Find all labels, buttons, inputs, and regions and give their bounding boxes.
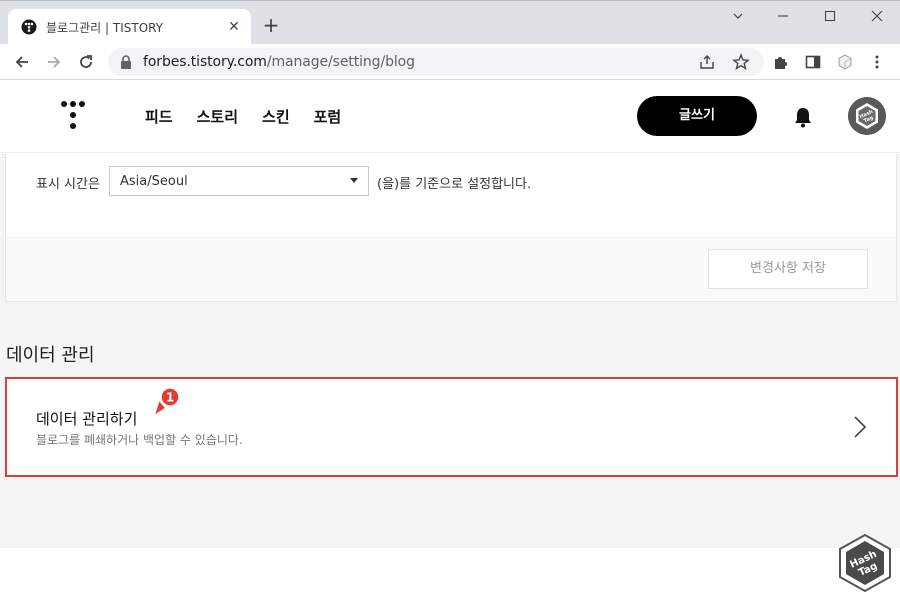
tab-search-icon[interactable] [723,7,753,27]
page-bottom [0,548,900,600]
share-icon[interactable] [698,53,716,71]
data-management-heading: 데이터 관리 [6,345,95,366]
extensions-puzzle-icon[interactable] [772,53,790,71]
url-text: forbes.tistory.com/manage/setting/blog [143,54,415,70]
nav-skin[interactable]: 스킨 [262,106,290,127]
timezone-label: 표시 시간은 [36,177,100,192]
browser-toolbar: forbes.tistory.com/manage/setting/blog [0,44,900,80]
side-panel-icon[interactable] [804,53,822,71]
timezone-suffix: (을)를 기준으로 설정합니다. [377,177,532,192]
data-management-link[interactable]: 데이터 관리하기 블로그를 폐쇄하거나 백업할 수 있습니다. [5,377,898,477]
save-changes-button[interactable]: 변경사항 저장 [708,249,868,289]
back-icon[interactable] [10,50,34,74]
address-bar[interactable]: forbes.tistory.com/manage/setting/blog [108,48,764,76]
nav-feed[interactable]: 피드 [145,106,173,127]
step-callout-marker: 1 [153,387,180,417]
profile-icon[interactable] [836,53,854,71]
url-host: forbes.tistory.com [143,54,267,70]
save-bar: 변경사항 저장 [5,237,897,302]
nav-forum[interactable]: 포럼 [314,106,342,127]
site-header: 피드 스토리 스킨 포럼 글쓰기 Hash Tag [0,81,900,153]
window-close-icon[interactable] [862,7,892,27]
hashtag-watermark-logo: Hash Tag [839,533,891,593]
reload-icon[interactable] [74,50,98,74]
main-nav: 피드 스토리 스킨 포럼 [145,106,365,127]
tistory-logo-icon[interactable] [60,100,86,130]
lock-icon [121,55,131,69]
maximize-icon[interactable] [815,7,845,27]
nav-story[interactable]: 스토리 [197,106,238,127]
forward-icon[interactable] [42,50,66,74]
data-management-item-desc: 블로그를 폐쇄하거나 백업할 수 있습니다. [36,433,243,447]
avatar[interactable]: Hash Tag [848,97,886,135]
bookmark-star-icon[interactable] [732,53,750,71]
tab-close-icon[interactable]: ✕ [225,18,243,36]
notification-bell-icon[interactable] [793,106,813,128]
new-tab-icon[interactable]: + [260,14,282,36]
tistory-favicon-icon [21,19,37,35]
callout-number: 1 [166,391,174,405]
timezone-setting-card: 표시 시간은 Asia/Seoul (을)를 기준으로 설정합니다. [5,154,897,237]
chevron-right-icon [854,416,867,438]
browser-tabstrip: 블로그관리 | TISTORY ✕ + [0,0,900,45]
hashtag-avatar-icon: Hash Tag [848,97,886,135]
timezone-select[interactable]: Asia/Seoul [109,166,369,196]
write-button[interactable]: 글쓰기 [637,96,757,136]
minimize-icon[interactable] [768,7,798,27]
menu-kebab-icon[interactable] [868,53,886,71]
browser-tab[interactable]: 블로그관리 | TISTORY ✕ [8,9,251,45]
data-management-item-title: 데이터 관리하기 [36,410,138,428]
tab-title: 블로그관리 | TISTORY [46,21,164,35]
timezone-value: Asia/Seoul [120,174,188,189]
url-path: /manage/setting/blog [266,54,415,70]
caret-down-icon [350,178,358,183]
